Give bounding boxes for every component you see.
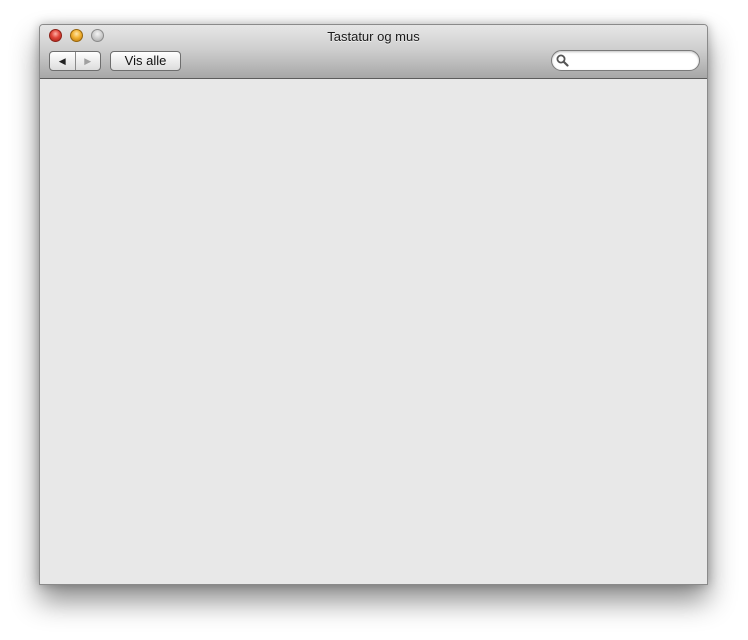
back-forward-control: ◀ ▶ (49, 51, 101, 71)
back-arrow-icon: ◀ (58, 55, 66, 66)
show-all-button[interactable]: Vis alle (110, 51, 181, 71)
forward-arrow-icon: ▶ (84, 55, 92, 66)
back-button[interactable]: ◀ (50, 52, 76, 70)
search-input[interactable] (572, 52, 692, 69)
search-field[interactable] (551, 50, 700, 71)
title-bar[interactable]: Tastatur og mus ◀ ▶ Vis alle (40, 25, 707, 79)
search-icon (556, 54, 569, 67)
window-title: Tastatur og mus (327, 29, 420, 44)
preferences-window: Tastatur og mus ◀ ▶ Vis alle (39, 24, 708, 585)
forward-button[interactable]: ▶ (76, 52, 101, 70)
content-area (40, 79, 707, 584)
